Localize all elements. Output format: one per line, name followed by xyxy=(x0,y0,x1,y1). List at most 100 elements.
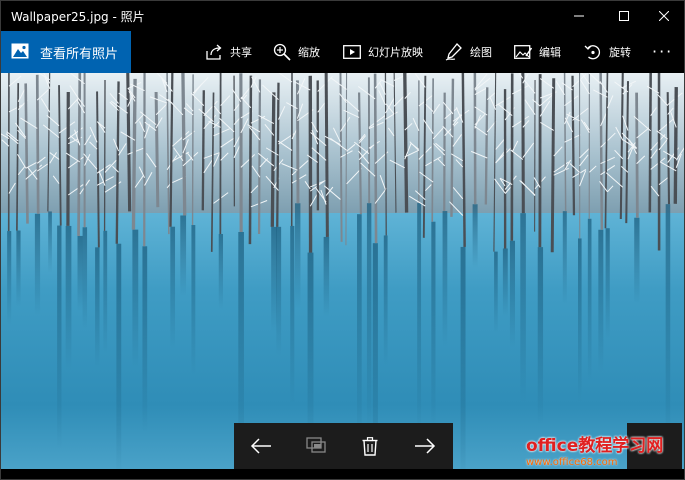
previous-button[interactable] xyxy=(234,423,288,469)
photo-viewer[interactable] xyxy=(1,73,684,469)
next-button[interactable] xyxy=(398,423,452,469)
bottom-strip xyxy=(1,469,684,479)
close-icon xyxy=(659,11,669,21)
draw-label: 绘图 xyxy=(470,46,492,59)
rotate-button[interactable]: 旋转 xyxy=(583,31,631,73)
tree-reflection xyxy=(34,213,41,316)
tree-trunk xyxy=(35,74,40,214)
tree-trunk xyxy=(270,92,276,227)
tree-reflection xyxy=(357,214,362,442)
tree-reflection xyxy=(191,225,196,376)
tree-reflection xyxy=(634,217,640,305)
tree-trunk xyxy=(345,73,348,246)
tree-reflection xyxy=(276,226,282,356)
compare-button[interactable] xyxy=(289,423,343,469)
zoom-label: 缩放 xyxy=(298,46,320,59)
command-bar: 查看所有照片 共享 缩放 幻灯片放映 绘图 编辑 旋转 ··· xyxy=(1,31,684,73)
tree-trunk xyxy=(248,75,253,245)
tree-reflection xyxy=(294,203,301,309)
tree-trunk xyxy=(403,73,409,213)
slideshow-button[interactable]: 幻灯片放映 xyxy=(342,31,423,73)
tree-reflection xyxy=(520,213,526,403)
minimize-icon xyxy=(574,15,584,17)
tree-reflection xyxy=(307,252,314,447)
tree-reflection xyxy=(65,225,72,370)
compare-icon xyxy=(306,437,326,453)
photos-window: Wallpaper25.jpg - 照片 查看所有照片 共享 缩放 幻灯片放映 … xyxy=(0,0,685,480)
tree-reflection xyxy=(562,211,567,305)
maximize-icon xyxy=(619,11,629,21)
tree-reflection xyxy=(95,247,100,368)
arrow-left-icon xyxy=(250,438,271,454)
edit-image-icon xyxy=(513,42,533,62)
photo-image xyxy=(1,73,684,469)
trash-icon xyxy=(362,436,378,456)
tree-reflection xyxy=(665,204,671,443)
tree-reflection xyxy=(142,246,148,433)
tree-trunk xyxy=(431,78,434,222)
watermark-url: www.office68.com xyxy=(526,457,618,468)
tree-reflection xyxy=(366,203,372,429)
tree-reflection xyxy=(605,228,610,340)
tree-trunk xyxy=(384,73,387,236)
tree-trunk xyxy=(450,78,455,217)
rotate-label: 旋转 xyxy=(609,46,631,59)
zoom-button[interactable]: 缩放 xyxy=(272,31,320,73)
tree-reflection xyxy=(537,247,544,425)
tree-reflection xyxy=(132,229,139,368)
tree-reflection xyxy=(509,240,516,348)
tree-reflection xyxy=(494,251,498,334)
tree-reflection xyxy=(218,234,224,309)
draw-button[interactable]: 绘图 xyxy=(444,31,492,73)
tree-trunk xyxy=(648,73,652,213)
tree-reflection xyxy=(442,211,448,347)
minimize-button[interactable] xyxy=(556,1,602,31)
tree-trunk xyxy=(484,87,489,205)
tree-trunk xyxy=(154,91,160,208)
tree-trunk xyxy=(257,79,262,234)
tree-reflection xyxy=(598,229,604,372)
tree-trunk xyxy=(571,75,576,216)
tree-reflection xyxy=(290,225,295,405)
navigation-bar xyxy=(234,423,453,469)
tree-reflection xyxy=(431,221,436,427)
delete-button[interactable] xyxy=(343,423,397,469)
arrow-right-icon xyxy=(415,438,436,454)
share-button[interactable]: 共享 xyxy=(204,31,252,73)
tree-trunk xyxy=(599,73,604,230)
slideshow-icon xyxy=(342,42,362,62)
tree-reflection xyxy=(587,218,592,382)
zoom-in-icon xyxy=(272,42,292,62)
tree-reflection xyxy=(48,211,52,273)
close-button[interactable] xyxy=(641,1,684,31)
tree-reflection xyxy=(383,235,388,366)
see-all-photos-button[interactable]: 查看所有照片 xyxy=(1,31,131,73)
watermark-title: office教程学习网 xyxy=(526,436,664,456)
window-title: Wallpaper25.jpg - 照片 xyxy=(11,10,145,24)
tree-reflection xyxy=(502,248,508,317)
tree-trunk xyxy=(324,73,329,237)
edit-button[interactable]: 编辑 xyxy=(513,31,561,73)
more-icon: ··· xyxy=(652,42,674,61)
share-label: 共享 xyxy=(230,46,252,59)
more-button[interactable]: ··· xyxy=(652,31,673,73)
tree-reflection xyxy=(460,246,466,469)
pen-icon xyxy=(444,42,464,62)
rotate-icon xyxy=(583,42,603,62)
tree-trunk xyxy=(550,78,556,253)
watermark: office教程学习网 www.office68.com xyxy=(526,431,676,468)
tree-trunk xyxy=(373,73,378,244)
share-icon xyxy=(204,42,224,62)
tree-reflection xyxy=(577,238,582,402)
title-bar: Wallpaper25.jpg - 照片 xyxy=(1,1,684,31)
tree-trunk xyxy=(77,73,82,236)
tree-trunk xyxy=(24,83,29,224)
tree-reflection xyxy=(103,230,108,354)
tree-reflection xyxy=(7,231,12,326)
tree-trunk xyxy=(295,80,300,204)
tree-trunk xyxy=(201,90,205,211)
tree-reflection xyxy=(472,204,478,268)
tree-reflection xyxy=(57,225,62,449)
tree-trunk xyxy=(126,73,132,212)
tree-trunk xyxy=(181,73,187,216)
